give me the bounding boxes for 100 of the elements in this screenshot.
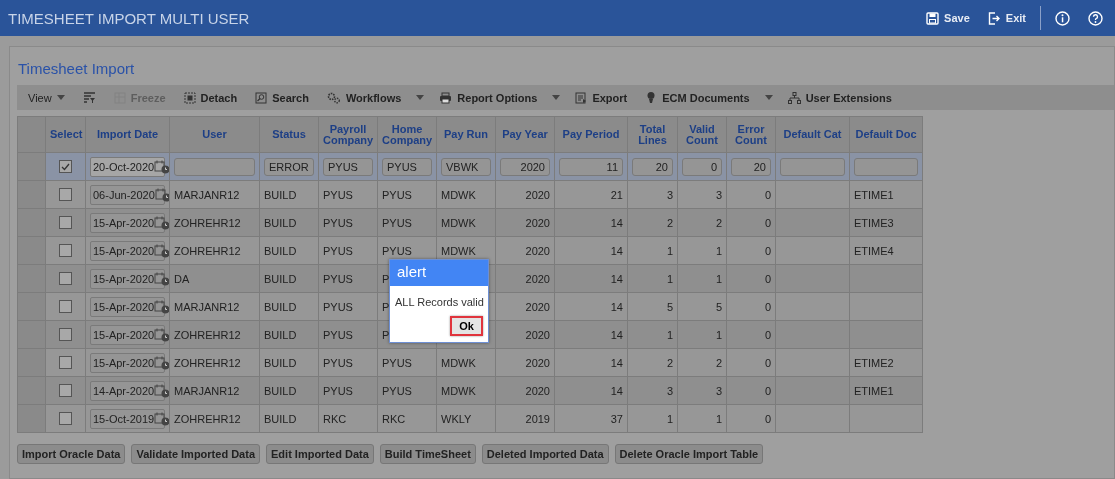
table-cell: 2020 bbox=[525, 188, 550, 201]
search-icon bbox=[255, 91, 268, 104]
caret-icon[interactable] bbox=[764, 95, 773, 100]
checkbox[interactable] bbox=[59, 412, 72, 426]
table-input[interactable]: 20 bbox=[731, 157, 771, 176]
table-cell: 2020 bbox=[525, 244, 550, 257]
search-button[interactable]: Search bbox=[246, 89, 318, 106]
calendar-icon[interactable] bbox=[154, 159, 169, 174]
table-cell: ZOHREHR12 bbox=[174, 412, 241, 425]
table-cell: 0 bbox=[764, 188, 771, 201]
calendar-icon[interactable] bbox=[154, 187, 169, 202]
table-input[interactable]: PYUS bbox=[323, 157, 373, 176]
column-header[interactable]: Pay Period bbox=[554, 116, 628, 153]
print-button[interactable]: Report Options bbox=[430, 89, 547, 106]
table-input[interactable] bbox=[780, 157, 845, 176]
printer-icon bbox=[439, 91, 453, 104]
column-header[interactable]: Payroll Company bbox=[318, 116, 378, 153]
checkbox[interactable] bbox=[59, 160, 72, 174]
table-cell: BUILD bbox=[264, 328, 297, 341]
table-cell: 14 bbox=[610, 244, 623, 257]
table-input[interactable]: PYUS bbox=[382, 157, 432, 176]
calendar-icon[interactable] bbox=[154, 411, 169, 426]
action-button[interactable]: Import Oracle Data bbox=[17, 444, 126, 464]
caret-icon[interactable] bbox=[552, 95, 561, 100]
ok-button[interactable]: Ok bbox=[450, 316, 483, 336]
column-header[interactable]: Default Doc bbox=[849, 116, 923, 153]
table-cell: BUILD bbox=[264, 244, 297, 257]
window-title: TIMESHEET IMPORT MULTI USER bbox=[8, 9, 250, 27]
action-button[interactable]: Validate Imported Data bbox=[131, 444, 260, 464]
help-icon bbox=[1088, 10, 1103, 26]
checkbox[interactable] bbox=[59, 328, 72, 342]
column-header[interactable]: Status bbox=[259, 116, 319, 153]
checkbox[interactable] bbox=[59, 216, 72, 230]
column-header[interactable]: Pay Year bbox=[495, 116, 555, 153]
column-header[interactable]: Select bbox=[45, 116, 86, 153]
save-icon bbox=[926, 11, 940, 25]
column-header[interactable]: Valid Count bbox=[677, 116, 727, 153]
detach-button[interactable]: Detach bbox=[174, 89, 247, 106]
table-cell: MARJANR12 bbox=[174, 188, 240, 201]
column-header[interactable]: Error Count bbox=[726, 116, 776, 153]
calendar-icon[interactable] bbox=[154, 243, 169, 258]
checkbox[interactable] bbox=[59, 188, 72, 202]
table-cell: 2020 bbox=[525, 300, 550, 313]
table-input[interactable]: 0 bbox=[682, 157, 722, 176]
table-cell: 2 bbox=[666, 356, 673, 369]
table-input[interactable]: VBWK bbox=[441, 157, 491, 176]
action-button[interactable]: Delete Oracle Import Table bbox=[614, 444, 764, 464]
table-cell: 1 bbox=[666, 412, 673, 425]
table-cell: 2020 bbox=[525, 328, 550, 341]
table-cell: BUILD bbox=[264, 188, 297, 201]
column-header[interactable]: User bbox=[169, 116, 260, 153]
table-cell: 1 bbox=[666, 328, 673, 341]
exit-button[interactable]: Exit bbox=[979, 8, 1034, 28]
ecm-button[interactable]: ECM Documents bbox=[636, 89, 759, 106]
view-button[interactable]: View bbox=[19, 89, 74, 106]
table-cell: 1 bbox=[715, 328, 722, 341]
column-header[interactable]: Home Company bbox=[377, 116, 437, 153]
export-button[interactable]: Export bbox=[566, 89, 637, 106]
table-input[interactable]: 20 bbox=[632, 157, 673, 176]
table-cell: PYUS bbox=[382, 244, 412, 257]
action-button[interactable]: Edit Imported Data bbox=[266, 444, 374, 464]
table-input[interactable] bbox=[854, 157, 918, 176]
action-button[interactable]: Build TimeSheet bbox=[379, 444, 476, 464]
workflows-button[interactable]: Workflows bbox=[317, 89, 411, 106]
checkbox[interactable] bbox=[59, 300, 72, 314]
table-cell: 1 bbox=[666, 244, 673, 257]
table-cell: PYUS bbox=[323, 244, 353, 257]
save-button[interactable]: Save bbox=[918, 8, 978, 28]
table-input[interactable]: 2020 bbox=[500, 157, 550, 176]
table-cell: 2020 bbox=[525, 216, 550, 229]
table-input[interactable]: ERROR bbox=[264, 157, 314, 176]
tree-button[interactable]: User Extensions bbox=[778, 89, 901, 106]
calendar-icon[interactable] bbox=[154, 215, 169, 230]
column-header[interactable]: Pay Run bbox=[436, 116, 496, 153]
column-header[interactable]: Total Lines bbox=[627, 116, 678, 153]
checkbox[interactable] bbox=[59, 272, 72, 286]
action-button[interactable]: Deleted Imported Data bbox=[481, 444, 609, 464]
calendar-icon[interactable] bbox=[154, 383, 169, 398]
checkbox[interactable] bbox=[59, 384, 72, 398]
calendar-icon[interactable] bbox=[154, 327, 169, 342]
checkbox[interactable] bbox=[59, 356, 72, 370]
table-cell: 2 bbox=[715, 356, 722, 369]
caret-icon[interactable] bbox=[416, 95, 425, 100]
checkbox[interactable] bbox=[59, 244, 72, 258]
table-cell: 14 bbox=[610, 328, 623, 341]
calendar-icon[interactable] bbox=[154, 355, 169, 370]
table-input[interactable] bbox=[174, 157, 255, 176]
table-cell: RKC bbox=[323, 412, 347, 425]
table-cell: DA bbox=[174, 272, 190, 285]
table-cell: ZOHREHR12 bbox=[174, 328, 241, 341]
column-header[interactable]: Import Date bbox=[85, 116, 170, 153]
table-cell: 1 bbox=[666, 272, 673, 285]
calendar-icon[interactable] bbox=[154, 299, 169, 314]
column-header[interactable]: Default Cat bbox=[775, 116, 850, 153]
table-input[interactable]: 11 bbox=[559, 157, 623, 176]
table-cell: 14 bbox=[610, 216, 623, 229]
table-cell: ZOHREHR12 bbox=[174, 356, 241, 369]
table-cell: 0 bbox=[764, 244, 771, 257]
calendar-icon[interactable] bbox=[154, 271, 169, 286]
table-cell: PYUS bbox=[323, 272, 353, 285]
